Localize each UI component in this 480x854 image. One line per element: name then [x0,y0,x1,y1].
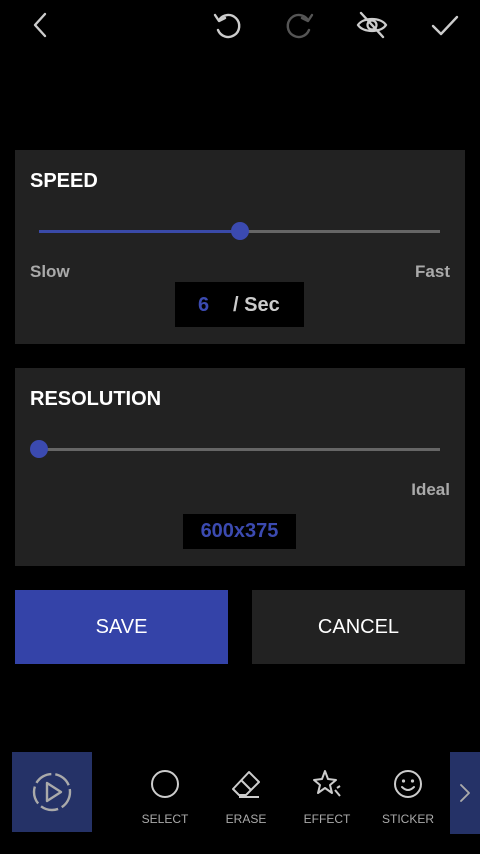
speed-value-box[interactable]: 6 / Sec [175,282,304,327]
tool-erase[interactable]: ERASE [206,768,286,826]
confirm-check-icon[interactable] [428,8,462,42]
speed-panel: SPEED Slow Fast 6 / Sec [15,150,465,344]
top-toolbar [0,0,480,50]
tool-select[interactable]: SELECT [125,768,205,826]
undo-icon[interactable] [210,8,244,42]
chevron-right-icon [460,784,470,802]
speed-slider[interactable] [39,222,440,240]
save-button[interactable]: SAVE [15,590,228,664]
speed-title: SPEED [30,170,98,192]
speed-value: 6 [198,294,210,316]
hide-preview-icon[interactable] [355,8,389,42]
more-tools-button[interactable] [450,752,480,834]
eraser-icon [232,771,260,798]
resolution-slider-thumb[interactable] [30,440,48,458]
speed-min-label: Slow [30,262,70,281]
speed-max-label: Fast [415,262,450,281]
resolution-panel: RESOLUTION Ideal 600x375 [15,368,465,566]
tool-sticker[interactable]: STICKER [368,768,448,826]
tool-sticker-label: STICKER [381,812,434,826]
redo-icon[interactable] [283,8,317,42]
play-preview-button[interactable] [12,752,92,832]
resolution-slider[interactable] [30,440,440,458]
resolution-title: RESOLUTION [30,388,162,410]
cancel-button[interactable]: CANCEL [252,590,465,664]
speed-slider-thumb[interactable] [230,222,249,240]
speed-unit: / Sec [233,294,280,316]
tool-effect-label: EFFECT [303,812,351,826]
bottom-toolbar: SELECT ERASE EFFECT STICKER [0,750,480,834]
tool-select-label: SELECT [141,812,189,826]
back-icon[interactable] [24,8,58,42]
smiley-icon [394,770,422,798]
tool-effect[interactable]: EFFECT [287,768,367,826]
circle-select-icon [151,770,179,798]
speed-slider-fill [39,230,240,233]
play-preview-icon [32,772,72,812]
resolution-value-box[interactable]: 600x375 [183,514,296,549]
tool-erase-label: ERASE [225,812,267,826]
resolution-value: 600x375 [200,520,279,542]
resolution-max-label: Ideal [411,480,450,499]
sparkle-star-icon [313,770,341,797]
